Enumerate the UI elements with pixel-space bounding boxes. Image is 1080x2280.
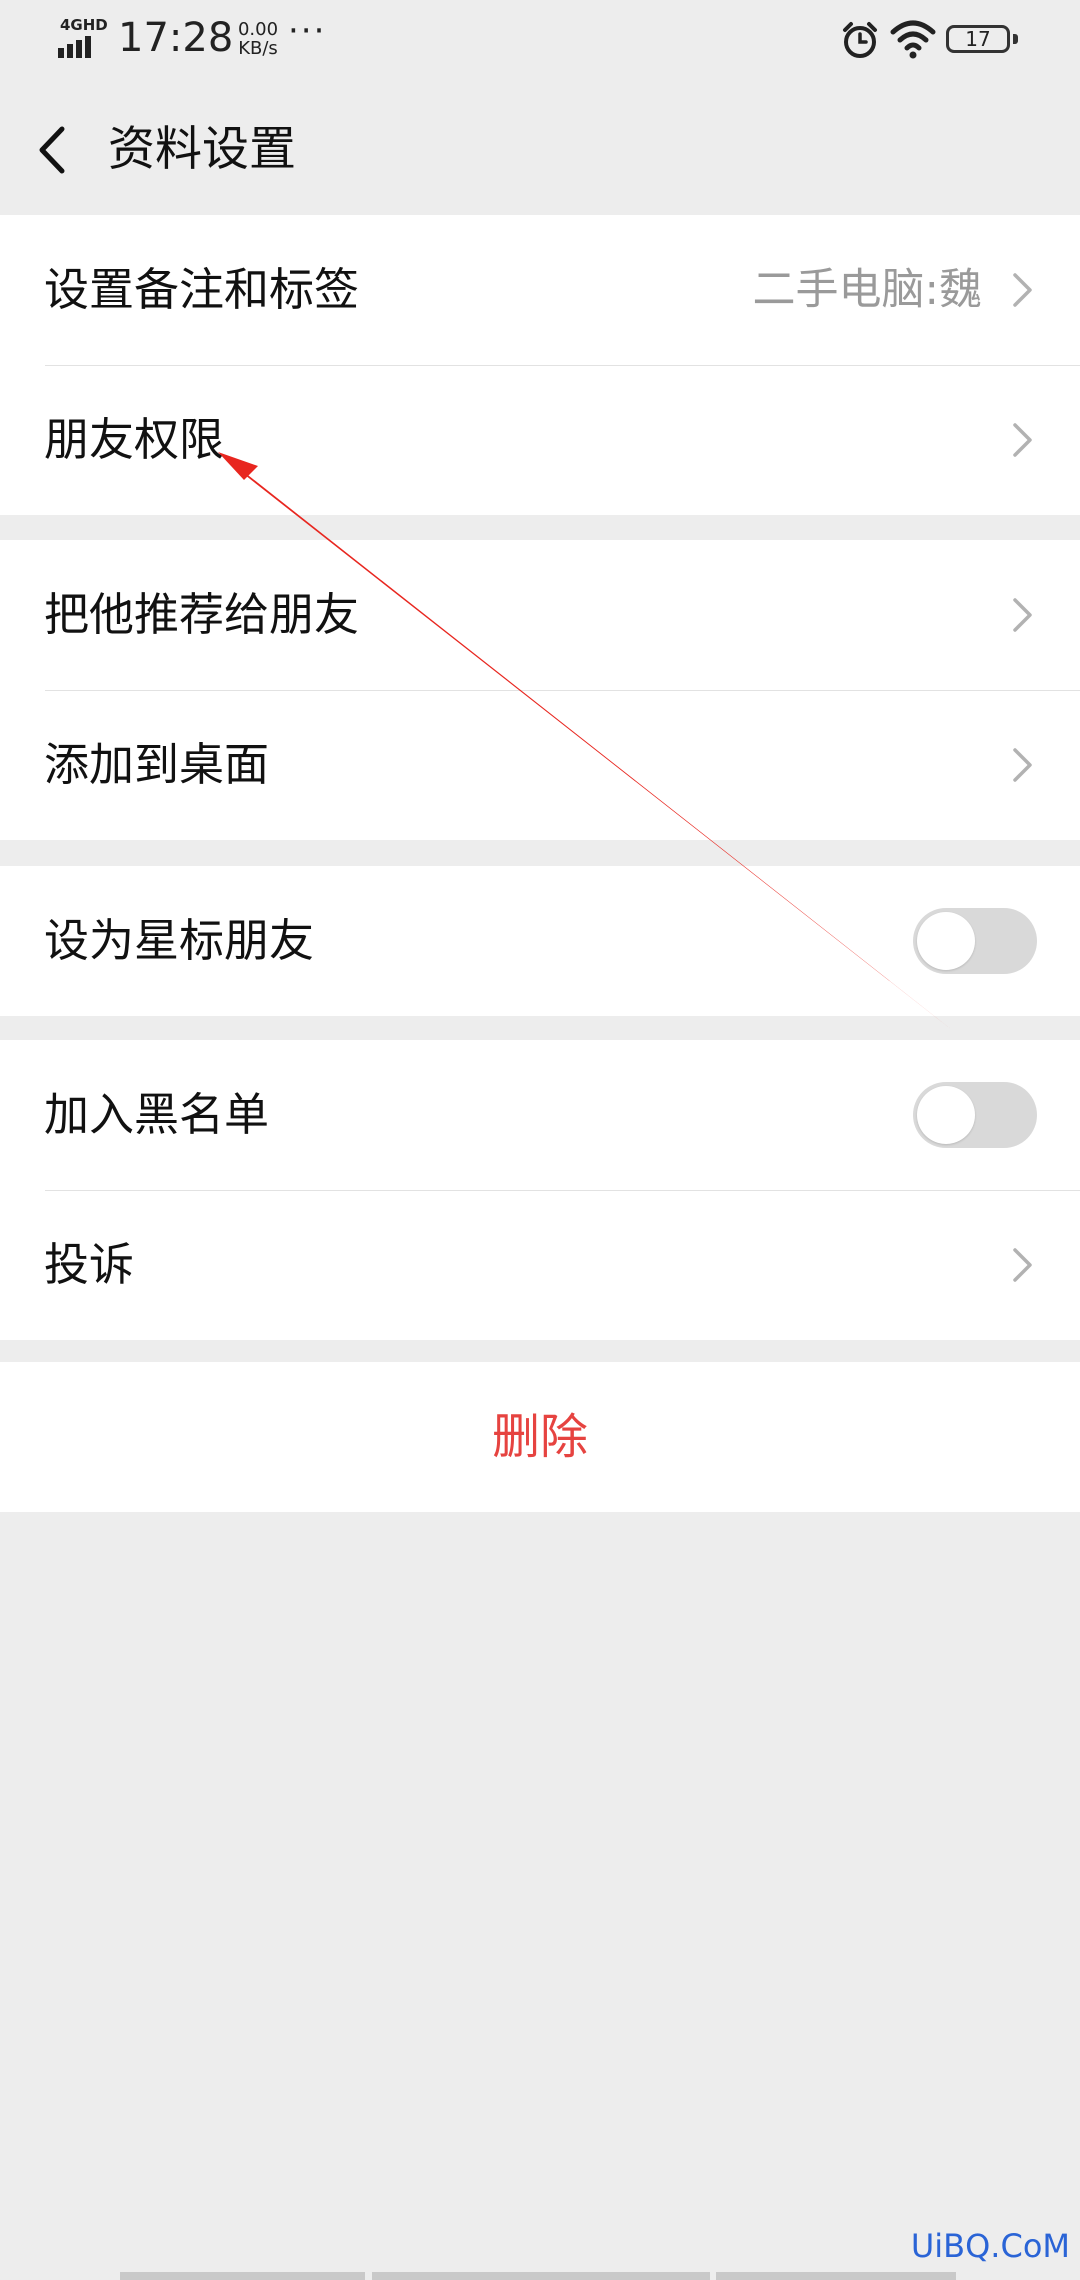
battery-level: 17 — [965, 27, 991, 51]
complain-row[interactable]: 投诉 — [0, 1190, 1080, 1340]
battery-icon: 17 — [946, 25, 1018, 55]
recommend-friend-row[interactable]: 把他推荐给朋友 — [0, 540, 1080, 690]
chevron-right-icon — [1013, 273, 1032, 307]
blacklist-row: 加入黑名单 — [0, 1040, 1080, 1190]
toggle-knob — [917, 1086, 975, 1144]
friend-permission-label: 朋友权限 — [44, 413, 225, 466]
blacklist-toggle[interactable] — [913, 1082, 1037, 1148]
chevron-right-icon — [1013, 748, 1032, 782]
toggle-knob — [917, 912, 975, 970]
more-notifications-icon: ··· — [288, 11, 327, 51]
network-speed-value: 0.00 — [237, 19, 279, 40]
star-friend-row: 设为星标朋友 — [0, 866, 1080, 1016]
settings-group-3: 设为星标朋友 — [0, 866, 1080, 1016]
friend-permission-row[interactable]: 朋友权限 — [0, 365, 1080, 515]
remark-value: 二手电脑:魏 — [752, 265, 983, 315]
remark-tags-label: 设置备注和标签 — [44, 263, 360, 316]
alarm-icon — [843, 22, 877, 58]
star-friend-label: 设为星标朋友 — [44, 914, 315, 967]
remark-tags-row[interactable]: 设置备注和标签 二手电脑:魏 — [0, 215, 1080, 365]
chevron-right-icon — [1013, 423, 1032, 457]
signal-icon: 4GHD — [58, 18, 108, 60]
status-bar: 4GHD 17:28 0.00 KB/s ··· 17 — [0, 0, 1080, 85]
delete-button[interactable]: 删除 — [0, 1362, 1080, 1512]
complain-label: 投诉 — [44, 1238, 135, 1291]
add-to-desktop-label: 添加到桌面 — [44, 738, 270, 791]
settings-group-4: 加入黑名单 投诉 — [0, 1040, 1080, 1340]
network-type: 4GHD — [60, 16, 108, 34]
star-friend-toggle[interactable] — [913, 908, 1037, 974]
chevron-right-icon — [1013, 598, 1032, 632]
back-icon[interactable] — [20, 115, 90, 185]
add-to-desktop-row[interactable]: 添加到桌面 — [0, 690, 1080, 840]
chevron-right-icon — [1013, 1248, 1032, 1282]
network-speed: 0.00 KB/s — [228, 20, 288, 58]
page-header: 资料设置 — [0, 85, 1080, 215]
settings-group-2: 把他推荐给朋友 添加到桌面 — [0, 540, 1080, 840]
blacklist-label: 加入黑名单 — [44, 1088, 270, 1141]
bottom-gesture-bars — [0, 2270, 1080, 2280]
network-speed-unit: KB/s — [238, 38, 278, 59]
page-title: 资料设置 — [108, 122, 296, 177]
recommend-friend-label: 把他推荐给朋友 — [44, 588, 360, 641]
wifi-icon — [890, 20, 936, 59]
settings-group-1: 设置备注和标签 二手电脑:魏 朋友权限 — [0, 215, 1080, 515]
watermark: UiBQ.CoM — [910, 2227, 1070, 2265]
status-time: 17:28 — [118, 15, 234, 61]
